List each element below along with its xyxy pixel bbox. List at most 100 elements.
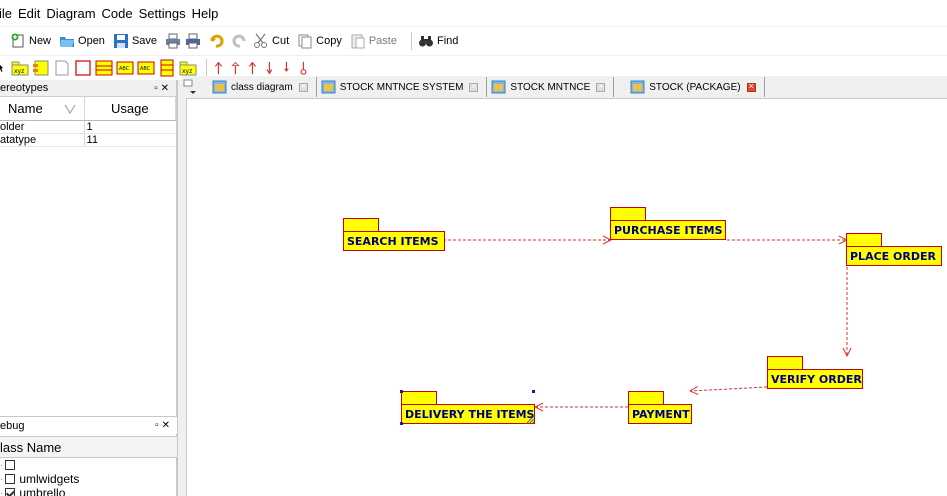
- redo-icon[interactable]: [231, 33, 247, 49]
- tab-stock-mntnce-system[interactable]: STOCK MNTNCE SYSTEM: [317, 77, 488, 97]
- debug-checkbox[interactable]: [5, 460, 16, 470]
- containment-arrow-icon[interactable]: [264, 59, 278, 77]
- menu-help[interactable]: Help: [189, 6, 222, 21]
- menu-file[interactable]: ile: [0, 6, 15, 21]
- open-button[interactable]: Open: [59, 33, 105, 49]
- debug-row-label: umbrello: [19, 486, 66, 496]
- package-tab: [767, 356, 803, 370]
- toolbar-separator: [410, 32, 412, 50]
- column-name-label: Name: [8, 101, 43, 116]
- realization-arrow-icon[interactable]: [281, 59, 295, 77]
- table-row[interactable]: older 1: [0, 121, 176, 134]
- menu-edit[interactable]: Edit: [15, 6, 43, 21]
- tab-close-icon[interactable]: [746, 81, 756, 92]
- new-icon: [11, 33, 24, 48]
- paste-icon: [351, 34, 365, 49]
- class-diagram-icon: [212, 80, 227, 94]
- svg-text:xyz: xyz: [182, 68, 192, 75]
- debug-checkbox[interactable]: [5, 474, 16, 484]
- menu-diagram[interactable]: Diagram: [43, 6, 98, 21]
- component-tool-icon[interactable]: [32, 59, 50, 77]
- tab-menu-icon[interactable]: [182, 78, 202, 96]
- dock-splitter[interactable]: [177, 80, 181, 496]
- undo-icon[interactable]: [209, 33, 225, 49]
- debug-dock-title: ebug ▫✕: [0, 417, 177, 434]
- package-body: PURCHASE ITEMS: [610, 220, 726, 240]
- print-icon[interactable]: [165, 33, 181, 49]
- tab-close-icon[interactable]: [469, 81, 479, 92]
- selection-handle[interactable]: [400, 390, 403, 393]
- copy-label: Copy: [316, 35, 342, 47]
- save-label: Save: [131, 35, 158, 47]
- svg-text:xyz: xyz: [14, 68, 24, 75]
- main-toolbar: New Open Save Cut Copy Paste Find: [0, 27, 947, 55]
- tab-label: STOCK MNTNCE SYSTEM: [339, 81, 464, 93]
- stereotypes-title: ereotypes: [0, 82, 49, 94]
- new-button[interactable]: New: [10, 33, 51, 49]
- package-diagram-icon: [491, 80, 506, 94]
- anchor-arrow-icon[interactable]: [298, 59, 312, 77]
- print-preview-icon[interactable]: [185, 33, 201, 49]
- tree-branch-icon: ·: [0, 459, 4, 471]
- cut-button[interactable]: Cut: [253, 33, 289, 49]
- table-row[interactable]: atatype 11: [0, 134, 176, 147]
- debug-row[interactable]: ·: [0, 458, 177, 472]
- debug-row[interactable]: · umbrello: [0, 486, 177, 496]
- diagram-canvas[interactable]: SEARCH ITEMS PURCHASE ITEMS PLACE ORDER …: [186, 98, 947, 496]
- menu-settings[interactable]: Settings: [136, 6, 189, 21]
- debug-dock: ebug ▫✕ lass Name · · umlwidgets · umbre…: [0, 416, 177, 496]
- datatype-tool-icon[interactable]: ABC: [137, 59, 155, 77]
- menu-bar: ile Edit Diagram Code Settings Help: [0, 0, 947, 26]
- entity-tool-icon[interactable]: xyz: [179, 59, 197, 77]
- package-tab: [628, 391, 664, 405]
- generalization-arrow-icon[interactable]: [230, 59, 244, 77]
- flow-arrow-verify-to-payment[interactable]: [690, 387, 768, 391]
- tab-label: STOCK (PACKAGE): [649, 81, 741, 93]
- package-body: VERIFY ORDER: [767, 369, 863, 389]
- interface-tool-icon[interactable]: ABC: [116, 59, 134, 77]
- tab-close-icon[interactable]: [596, 81, 606, 92]
- find-label: Find: [436, 35, 459, 47]
- enum-tool-icon[interactable]: [158, 59, 176, 77]
- package-diagram-icon: [630, 80, 645, 94]
- find-button[interactable]: Find: [418, 33, 458, 49]
- column-header-name[interactable]: Name: [0, 97, 85, 120]
- selection-handle[interactable]: [400, 422, 403, 425]
- package-tool-icon[interactable]: xyz: [11, 59, 29, 77]
- save-button[interactable]: Save: [113, 33, 157, 49]
- menu-code[interactable]: Code: [99, 6, 136, 21]
- debug-title: ebug: [0, 419, 25, 432]
- tab-stock-package[interactable]: STOCK (PACKAGE): [626, 77, 765, 97]
- note-tool-icon[interactable]: [53, 59, 71, 77]
- package-tab: [610, 207, 646, 221]
- association-arrow-icon[interactable]: [247, 59, 261, 77]
- resize-grip-icon[interactable]: [525, 415, 535, 425]
- left-dock: ereotypes ▫✕ Name Usage older 1 atatype …: [0, 80, 177, 496]
- select-pointer-icon[interactable]: [0, 59, 8, 77]
- binoculars-icon: [418, 36, 433, 47]
- tab-stock-mntnce[interactable]: STOCK MNTNCE: [487, 77, 615, 97]
- dependency-arrow-icon[interactable]: [213, 59, 227, 77]
- package-tab: [846, 233, 882, 247]
- tab-close-icon[interactable]: [298, 81, 308, 92]
- scissors-icon: [254, 33, 268, 48]
- cut-label: Cut: [272, 35, 290, 47]
- selection-handle[interactable]: [532, 390, 535, 393]
- package-tab: [343, 218, 379, 232]
- tab-class-diagram[interactable]: class diagram: [208, 77, 317, 97]
- class-name-column: lass Name: [0, 439, 62, 455]
- box-tool-icon[interactable]: [74, 59, 92, 77]
- dock-float-close-icon[interactable]: ▫✕: [154, 83, 172, 94]
- class-tool-icon[interactable]: [95, 59, 113, 77]
- copy-button[interactable]: Copy: [297, 33, 342, 49]
- debug-table-header[interactable]: lass Name: [0, 436, 177, 458]
- debug-dock-float-close-icon[interactable]: ▫✕: [155, 420, 173, 431]
- column-header-usage[interactable]: Usage: [85, 97, 176, 120]
- sort-indicator-icon: [64, 104, 76, 114]
- debug-row[interactable]: · umlwidgets: [0, 472, 177, 486]
- package-body: PAYMENT: [628, 404, 692, 424]
- paste-button[interactable]: Paste: [350, 33, 397, 49]
- package-body: PLACE ORDER: [846, 246, 942, 266]
- debug-checkbox-checked[interactable]: [5, 488, 16, 496]
- tab-label: class diagram: [231, 81, 293, 93]
